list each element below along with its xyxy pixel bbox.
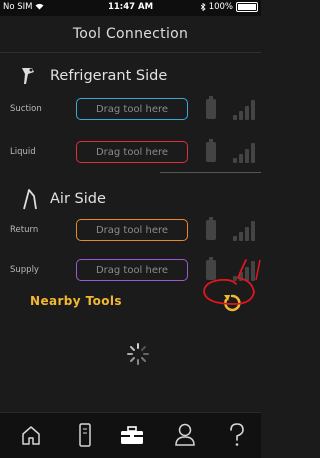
refrigerant-probe-icon [22, 68, 34, 84]
signal-strength-icon [233, 219, 257, 241]
page-title: Tool Connection [72, 26, 189, 42]
tool-icon [79, 423, 91, 447]
refrigerant-section-header: Refrigerant Side [20, 66, 167, 86]
liquid-row: Liquid Drag tool here [0, 139, 261, 165]
signal-strength-icon [233, 141, 257, 163]
bluetooth-icon [200, 3, 206, 11]
air-probe-icon [23, 189, 37, 210]
battery-icon [236, 2, 258, 12]
tab-help[interactable] [223, 421, 251, 449]
loading-spinner-icon [127, 343, 149, 365]
tab-bar [0, 412, 261, 458]
battery-percent: 100% [208, 2, 233, 12]
tab-profile[interactable] [171, 421, 199, 449]
battery-level-icon [206, 139, 216, 162]
battery-level-icon [206, 96, 216, 119]
status-bar: No SIM 11:47 AM 100% [0, 0, 261, 16]
return-drop-zone[interactable]: Drag tool here [76, 219, 188, 241]
annotation-scribble [203, 259, 261, 305]
suction-drop-zone[interactable]: Drag tool here [76, 98, 188, 120]
supply-drop-zone[interactable]: Drag tool here [76, 259, 188, 281]
tab-toolbox[interactable] [118, 421, 146, 449]
title-bar: Tool Connection [0, 16, 261, 53]
help-icon [230, 423, 244, 446]
refrigerant-section-title: Refrigerant Side [50, 68, 168, 84]
air-section-title: Air Side [50, 191, 106, 207]
return-label: Return [10, 225, 39, 235]
tab-tools[interactable] [71, 421, 99, 449]
status-right: 100% [200, 2, 258, 12]
toolbox-icon [121, 426, 143, 444]
supply-label: Supply [10, 265, 39, 275]
signal-strength-icon [233, 98, 257, 120]
suction-label: Suction [10, 104, 42, 114]
liquid-drop-zone[interactable]: Drag tool here [76, 141, 188, 163]
nearby-tools-label: Nearby Tools [30, 294, 122, 308]
suction-row: Suction Drag tool here [0, 96, 261, 122]
user-icon [175, 423, 195, 446]
home-icon [22, 426, 40, 445]
liquid-label: Liquid [10, 147, 36, 157]
air-section-header: Air Side [20, 188, 106, 210]
battery-level-icon [206, 217, 216, 240]
return-row: Return Drag tool here [0, 217, 261, 243]
section-divider [160, 172, 261, 173]
tab-home[interactable] [17, 421, 45, 449]
